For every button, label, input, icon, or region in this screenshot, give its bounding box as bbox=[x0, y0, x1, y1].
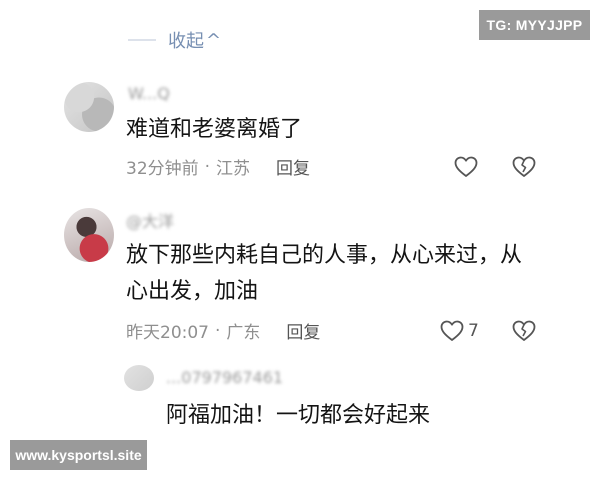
broken-heart-icon bbox=[512, 320, 536, 341]
watermark-bottom-left: www.kysportsl.site bbox=[10, 440, 147, 470]
collapse-replies-button[interactable]: 收起 ^ bbox=[128, 26, 221, 54]
avatar[interactable] bbox=[64, 82, 114, 132]
collapse-divider bbox=[128, 39, 156, 41]
dislike-button[interactable] bbox=[512, 156, 536, 182]
heart-outline-icon bbox=[454, 156, 478, 177]
collapse-label: 收起 bbox=[168, 31, 204, 52]
comment-time: 昨天20:07 bbox=[126, 323, 209, 343]
broken-heart-icon bbox=[512, 156, 536, 177]
meta-separator: · bbox=[215, 320, 221, 341]
avatar[interactable] bbox=[64, 208, 114, 262]
like-count: 7 bbox=[468, 321, 479, 341]
reply-button[interactable]: 回复 bbox=[286, 318, 320, 343]
reply-username[interactable]: ...0797967461 bbox=[166, 368, 346, 387]
watermark-top-right: TG: MYYJJPP bbox=[479, 10, 590, 40]
comment-text: 难道和老婆离婚了 bbox=[126, 117, 303, 142]
like-button[interactable] bbox=[454, 156, 478, 182]
reply-text: 阿福加油！一切都会好起来 bbox=[166, 403, 431, 428]
comment-time: 32分钟前 bbox=[126, 159, 199, 179]
comment-location: 江苏 bbox=[216, 159, 251, 179]
like-button[interactable]: 7 bbox=[440, 320, 479, 342]
chevron-up-icon: ^ bbox=[206, 29, 222, 51]
comment-meta: 32分钟前 · 江苏 回复 bbox=[126, 154, 310, 180]
dislike-button[interactable] bbox=[512, 320, 536, 346]
meta-separator: · bbox=[204, 156, 211, 177]
comment-username[interactable]: W...Q bbox=[128, 84, 170, 103]
comment-text: 放下那些内耗自己的人事，从心来过，从心出发，加油 bbox=[126, 243, 523, 304]
comment-username[interactable]: @大洋 bbox=[126, 208, 174, 232]
heart-outline-icon bbox=[440, 320, 464, 341]
comment-meta: 昨天20:07 · 广东 回复 bbox=[126, 318, 320, 344]
comment-location: 广东 bbox=[226, 323, 261, 343]
avatar[interactable] bbox=[124, 365, 154, 391]
reply-button[interactable]: 回复 bbox=[276, 154, 310, 179]
